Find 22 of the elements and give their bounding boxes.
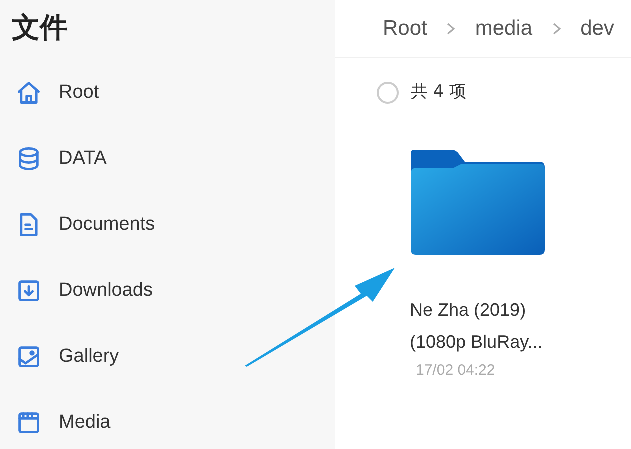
- folder-icon: [410, 150, 546, 256]
- film-icon: [16, 410, 42, 436]
- item-count: 共 4 项: [411, 81, 467, 104]
- breadcrumb-link[interactable]: Root: [383, 12, 428, 44]
- home-icon: [16, 80, 42, 106]
- file-date: 17/02 04:22: [416, 360, 496, 380]
- sidebar-item[interactable]: Root: [12, 60, 335, 126]
- breadcrumb-link[interactable]: media: [475, 12, 533, 44]
- sidebar-item[interactable]: Gallery: [12, 324, 335, 390]
- sidebar-item[interactable]: Downloads: [12, 258, 335, 324]
- download-icon: [16, 278, 42, 304]
- sidebar-item[interactable]: Documents: [12, 192, 335, 258]
- breadcrumb-link[interactable]: dev: [580, 12, 614, 44]
- image-icon: [16, 344, 42, 370]
- file-name[interactable]: Ne Zha (2019) (1080p BluRay...: [410, 294, 560, 358]
- chevron-icon: [445, 22, 458, 36]
- sidebar-item[interactable]: DATA: [12, 126, 335, 192]
- select-all-checkbox[interactable]: [377, 82, 399, 104]
- sidebar-item[interactable]: Media: [12, 390, 335, 449]
- chevron-icon: [550, 22, 563, 36]
- sidebar-title: 文件: [12, 10, 69, 46]
- database-icon: [16, 146, 42, 172]
